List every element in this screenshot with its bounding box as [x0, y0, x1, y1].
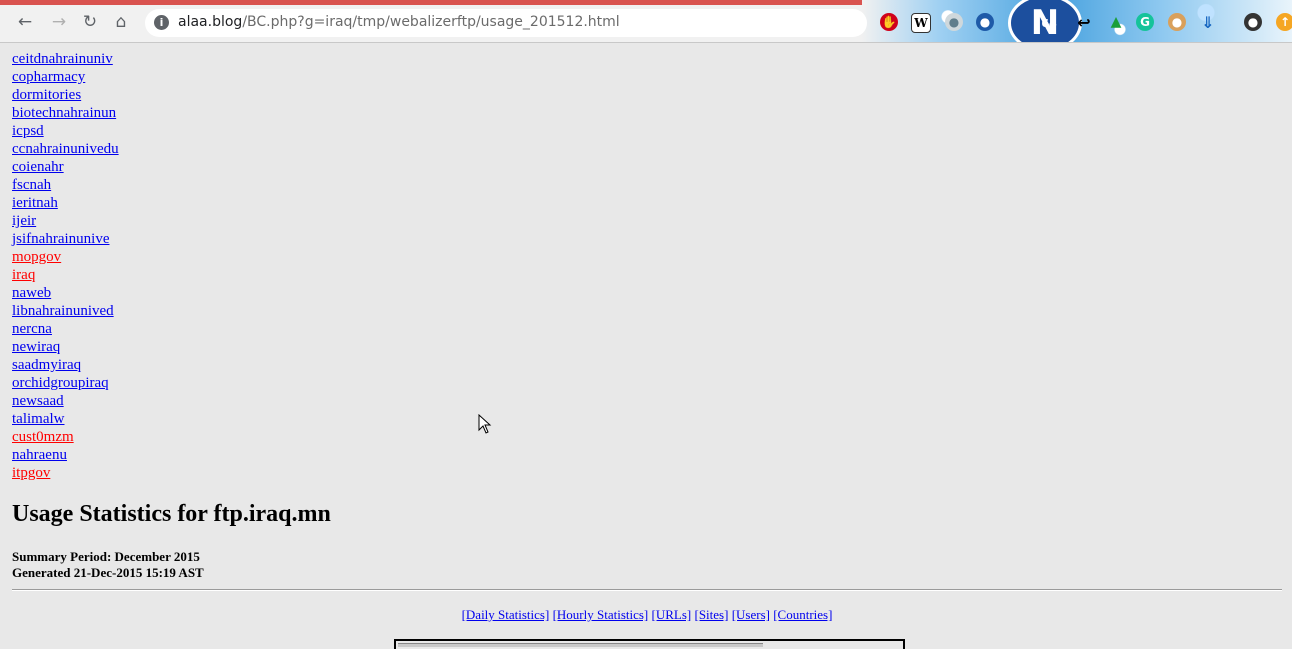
link-list-item: ccnahrainunivedu: [12, 142, 119, 160]
link-list-item: mopgov: [12, 250, 119, 268]
cookie-icon[interactable]: ●: [1168, 13, 1186, 31]
hourly-statistics-link[interactable]: [Hourly Statistics]: [553, 607, 649, 622]
site-link[interactable]: nahraenu: [12, 447, 67, 463]
sites-link[interactable]: [Sites]: [694, 607, 728, 622]
link-list-item: newiraq: [12, 340, 119, 358]
site-link[interactable]: biotechnahrainun: [12, 105, 116, 121]
site-link[interactable]: cust0mzm: [12, 429, 74, 445]
site-link[interactable]: nercna: [12, 321, 52, 337]
w-extension-icon[interactable]: W: [911, 13, 931, 33]
link-list-item: fscnah: [12, 178, 119, 196]
daily-statistics-link[interactable]: [Daily Statistics]: [462, 607, 550, 622]
site-link[interactable]: jsifnahrainunive: [12, 231, 109, 247]
forward-arrow-icon[interactable]: →: [48, 11, 70, 33]
home-icon[interactable]: ⌂: [110, 11, 132, 33]
link-list-item: iraq: [12, 268, 119, 286]
link-list-item: nercna: [12, 322, 119, 340]
summary-block: Summary Period: December 2015 Generated …: [12, 549, 204, 581]
summary-table: [394, 639, 905, 649]
link-list-item: orchidgroupiraq: [12, 376, 119, 394]
site-link[interactable]: orchidgroupiraq: [12, 375, 109, 391]
extension-badge: 64: [1041, 16, 1057, 30]
globe-extension-icon[interactable]: ●: [976, 13, 994, 31]
site-link[interactable]: coienahr: [12, 159, 64, 175]
link-extension-icon[interactable]: ↩: [1075, 13, 1093, 32]
generated-date: Generated 21-Dec-2015 15:19 AST: [12, 565, 204, 580]
link-list-item: ijeir: [12, 214, 119, 232]
site-link[interactable]: newiraq: [12, 339, 60, 355]
horizontal-rule: [12, 589, 1282, 591]
link-list-item: libnahrainunived: [12, 304, 119, 322]
urls-link[interactable]: [URLs]: [652, 607, 692, 622]
link-list-item: talimalw: [12, 412, 119, 430]
link-list-item: ceitdnahrainuniv: [12, 52, 119, 70]
profile-avatar-icon[interactable]: ●: [1244, 13, 1262, 31]
link-list-item: biotechnahrainun: [12, 106, 119, 124]
users-link[interactable]: [Users]: [732, 607, 770, 622]
site-link[interactable]: ccnahrainunivedu: [12, 141, 119, 157]
reload-icon[interactable]: ↻: [79, 11, 101, 33]
link-list-item: naweb: [12, 286, 119, 304]
chart-extension-icon[interactable]: ▲: [1107, 13, 1125, 31]
link-list-item: ieritnah: [12, 196, 119, 214]
link-list-item: copharmacy: [12, 70, 119, 88]
link-list-item: saadmyiraq: [12, 358, 119, 376]
site-link[interactable]: ieritnah: [12, 195, 58, 211]
site-link[interactable]: naweb: [12, 285, 51, 301]
site-link[interactable]: fscnah: [12, 177, 51, 193]
site-info-icon[interactable]: i: [154, 15, 169, 30]
grammarly-icon[interactable]: G: [1136, 13, 1154, 31]
link-list-item: newsaad: [12, 394, 119, 412]
summary-period: Summary Period: December 2015: [12, 549, 200, 564]
address-bar[interactable]: i alaa.blog/BC.php?g=iraq/tmp/webalizerf…: [145, 9, 867, 37]
page-title: Usage Statistics for ftp.iraq.mn: [12, 501, 331, 527]
link-list-item: cust0mzm: [12, 430, 119, 448]
site-link[interactable]: talimalw: [12, 411, 65, 427]
update-arrow-icon[interactable]: ↑: [1276, 13, 1292, 31]
link-list-item: coienahr: [12, 160, 119, 178]
site-link[interactable]: icpsd: [12, 123, 44, 139]
site-link[interactable]: newsaad: [12, 393, 64, 409]
shield-extension-icon[interactable]: ●: [945, 13, 963, 31]
site-link[interactable]: ceitdnahrainuniv: [12, 51, 113, 67]
stop-hand-extension-icon[interactable]: ✋: [880, 13, 898, 31]
countries-link[interactable]: [Countries]: [773, 607, 832, 622]
site-link[interactable]: iraq: [12, 267, 35, 283]
link-list-item: nahraenu: [12, 448, 119, 466]
site-link[interactable]: mopgov: [12, 249, 61, 265]
page-content: ceitdnahrainuniv copharmacy dormitories bio…: [0, 43, 1292, 649]
mouse-pointer-icon: [478, 414, 492, 434]
site-link[interactable]: ijeir: [12, 213, 36, 229]
link-list-item: itpgov: [12, 466, 119, 484]
stats-nav: [Daily Statistics] [Hourly Statistics] […: [0, 607, 1292, 623]
back-arrow-icon[interactable]: ←: [14, 11, 36, 33]
site-link[interactable]: dormitories: [12, 87, 81, 103]
link-list-item: dormitories: [12, 88, 119, 106]
site-link[interactable]: saadmyiraq: [12, 357, 81, 373]
link-list-item: icpsd: [12, 124, 119, 142]
site-link[interactable]: libnahrainunived: [12, 303, 114, 319]
link-list-item: jsifnahrainunive: [12, 232, 119, 250]
url-host: alaa.blog: [178, 14, 243, 30]
site-link-list: ceitdnahrainuniv copharmacy dormitories bio…: [12, 52, 119, 484]
browser-toolbar: ← → ↻ ⌂ i alaa.blog/BC.php?g=iraq/tmp/we…: [0, 0, 1292, 43]
site-link[interactable]: itpgov: [12, 465, 50, 481]
pocket-chevron-icon[interactable]: ⇓: [1199, 13, 1217, 32]
site-link[interactable]: copharmacy: [12, 69, 85, 85]
address-url: alaa.blog/BC.php?g=iraq/tmp/webalizerftp…: [178, 14, 620, 30]
url-path: /BC.php?g=iraq/tmp/webalizerftp/usage_20…: [242, 14, 620, 30]
